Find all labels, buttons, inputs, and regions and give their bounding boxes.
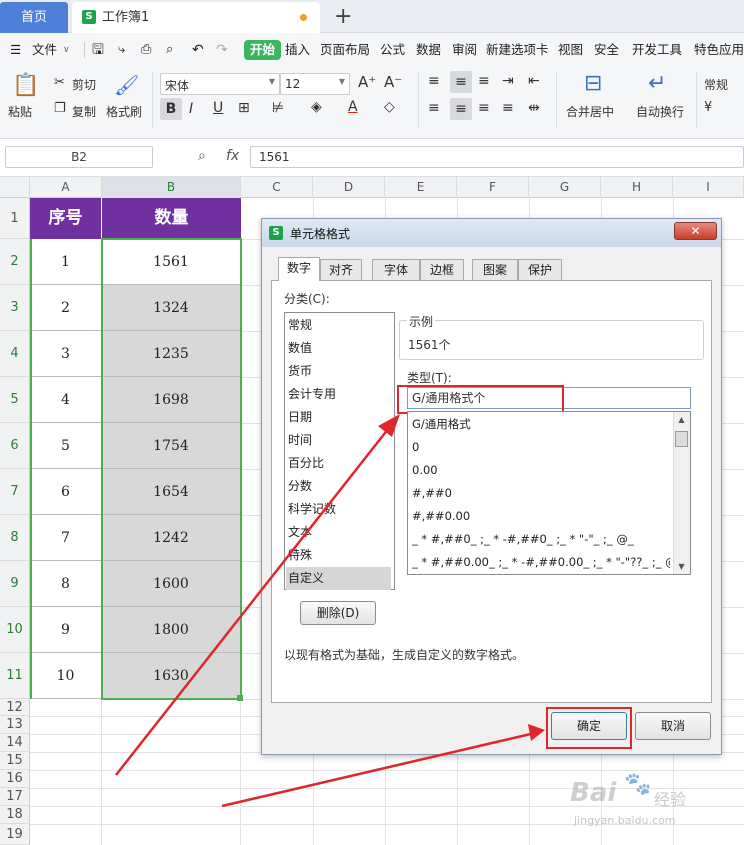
tab-number[interactable]: 数字 <box>278 257 320 281</box>
annotation-arrow-head <box>528 724 545 741</box>
annotation-arrows <box>115 414 545 808</box>
annotation-arrow-line <box>221 731 536 808</box>
watermark-brand: Bai <box>570 778 617 808</box>
watermark-brand-2: 经验 <box>654 790 687 809</box>
watermark-url: jingyan.baidu.com <box>574 814 676 827</box>
annotation-arrow-head <box>378 414 400 437</box>
annotation-arrow-line <box>115 423 393 776</box>
paw-icon: 🐾 <box>624 772 652 797</box>
